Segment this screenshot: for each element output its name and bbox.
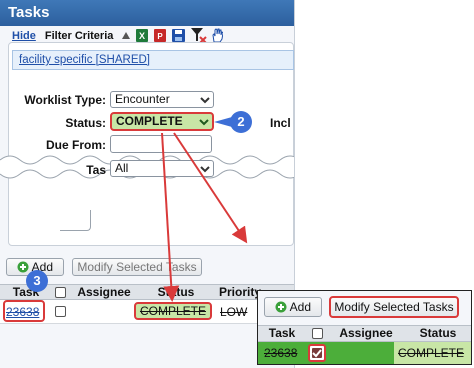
inset-table-row[interactable]: 23638 COMPLETE [258, 342, 471, 364]
inset-column-header-task[interactable]: Task [260, 326, 304, 341]
inset-column-header-status[interactable]: Status [408, 326, 468, 341]
inset-column-header-assignee[interactable]: Assignee [330, 326, 402, 341]
inset-modify-selected-tasks-button[interactable]: Modify Selected Tasks [329, 296, 459, 318]
inset-status-cell: COMPLETE [398, 346, 465, 360]
inset-add-button-label: Add [289, 300, 312, 314]
inset-add-button[interactable]: Add [264, 297, 322, 317]
inset-grid-header: Task Assignee Status [258, 325, 471, 342]
zoomed-inset-panel: Add Modify Selected Tasks Task Assignee … [257, 290, 472, 365]
checkmark-icon [312, 349, 322, 358]
inset-task-id[interactable]: 23638 [264, 346, 297, 360]
inset-row-checkbox[interactable] [308, 344, 326, 362]
inset-select-all-checkbox[interactable] [312, 328, 323, 339]
plus-circle-icon [275, 301, 287, 313]
